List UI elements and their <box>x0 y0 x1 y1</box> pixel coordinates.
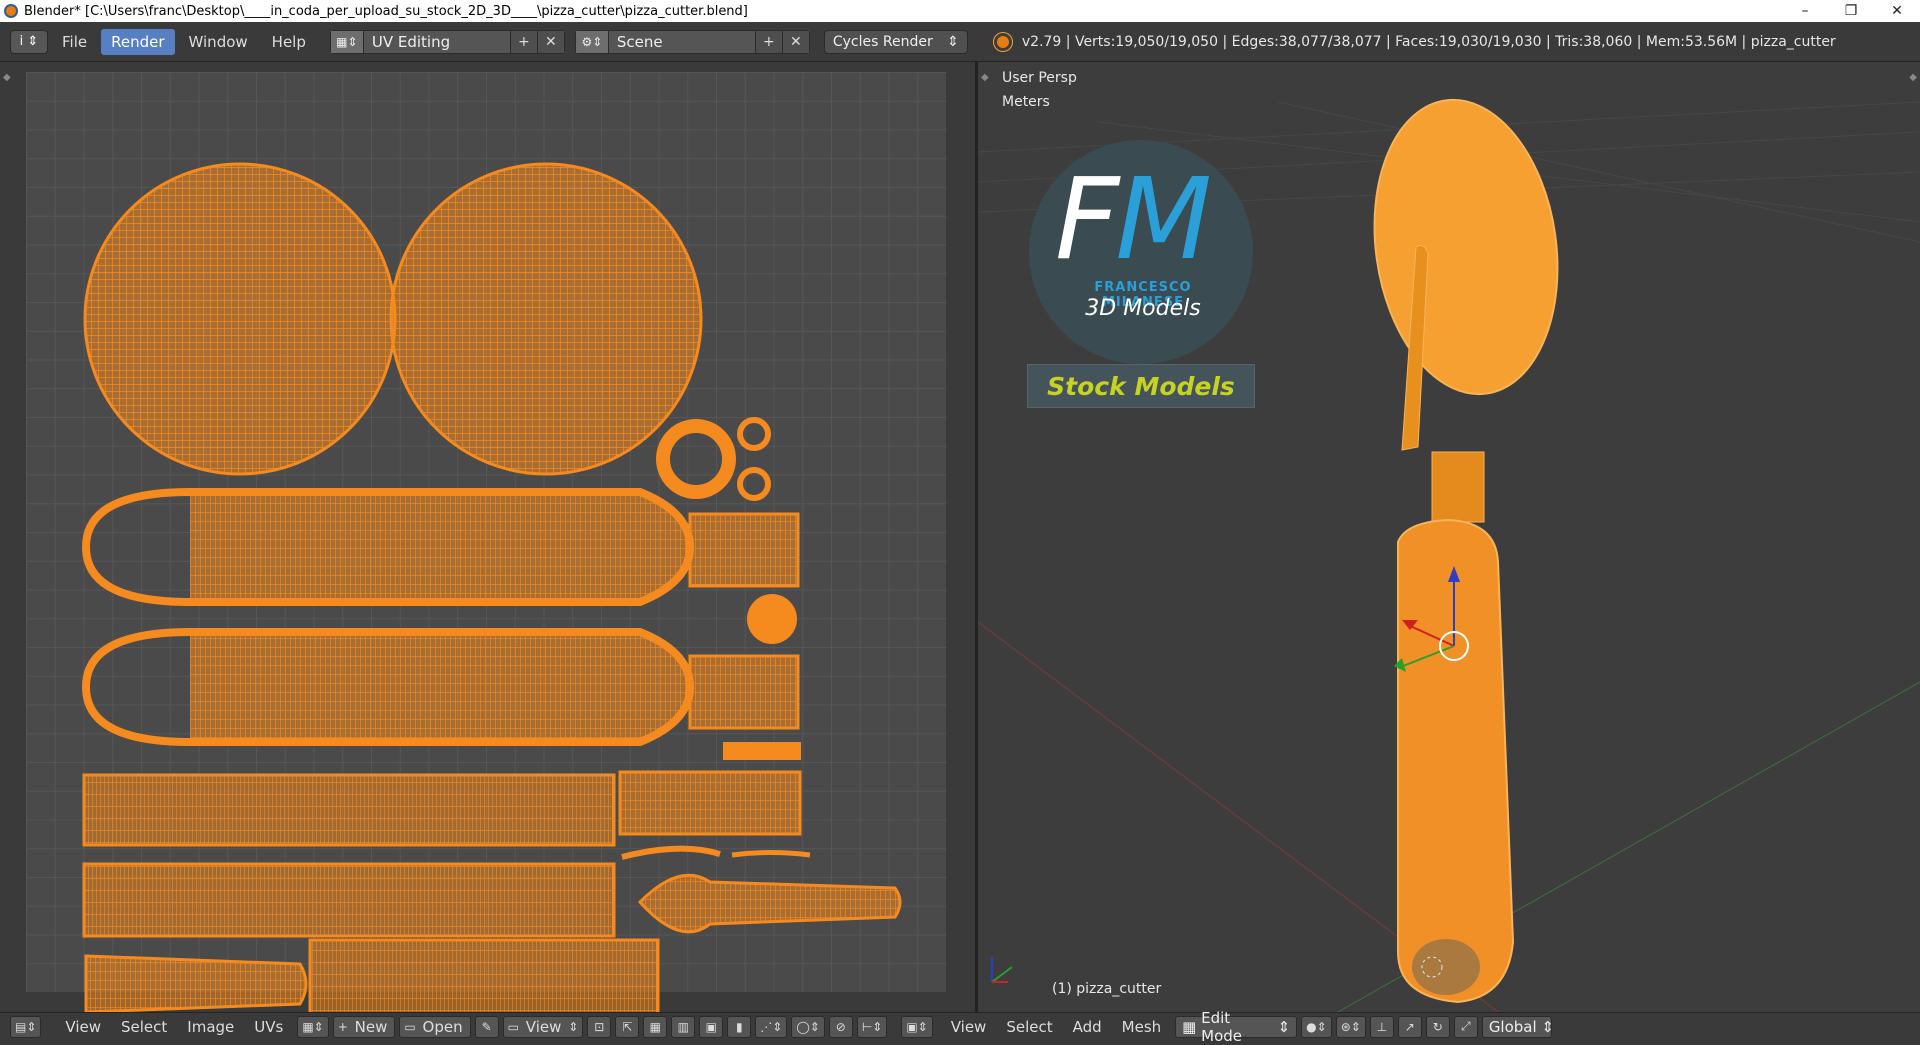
uv-island-ring-large <box>656 419 736 499</box>
view-menu-add[interactable]: Add <box>1063 1018 1112 1036</box>
restore-button[interactable]: ❐ <box>1828 0 1874 22</box>
sync-select-icon[interactable]: ⇱ <box>615 1015 640 1038</box>
minimize-button[interactable]: – <box>1782 0 1828 22</box>
close-button[interactable]: ✕ <box>1874 0 1920 22</box>
uv-island-strip-1 <box>82 773 616 847</box>
screen-layout-selector[interactable]: ▦⇕ UV Editing + ✕ <box>329 29 565 54</box>
menu-render[interactable]: Render <box>101 28 175 55</box>
uv-menu-image[interactable]: Image <box>177 1018 244 1036</box>
window-controls: – ❐ ✕ <box>1782 0 1920 22</box>
layout-icon: ▦⇕ <box>330 30 364 53</box>
scene-icon: ⚙⇕ <box>575 30 609 53</box>
add-scene-icon[interactable]: + <box>754 30 782 53</box>
menu-window[interactable]: Window <box>179 29 258 55</box>
uv-island-ring-small-2 <box>737 467 771 501</box>
snap-element-icon[interactable]: ⊢⇕ <box>856 1015 888 1038</box>
window-title: Blender* [C:\Users\franc\Desktop\____in_… <box>24 3 748 19</box>
interaction-mode-dropdown[interactable]: ▦ Edit Mode ⇕ <box>1175 1009 1298 1045</box>
proportional-edit-icon[interactable]: ◯⇕ <box>791 1015 825 1038</box>
uv-menu-view[interactable]: View <box>55 1018 111 1036</box>
watermark-badge: Stock Models <box>1027 364 1255 408</box>
uv-island-collar-1 <box>688 512 800 588</box>
uv-island-collar-2 <box>688 654 800 730</box>
uv-editor-type-button[interactable]: ▤⇕ <box>10 1015 42 1038</box>
scale-manipulator-icon[interactable]: ⤢ <box>1453 1015 1478 1038</box>
uv-island-tapered-base <box>84 954 308 1012</box>
editor-type-info-button[interactable]: i ⇕ <box>10 29 48 54</box>
pivot-icon[interactable]: ⊡ <box>587 1015 612 1038</box>
translate-manipulator-icon[interactable]: ↗ <box>1397 1015 1422 1038</box>
info-header: i ⇕ File Render Window Help ▦⇕ UV Editin… <box>0 22 1920 62</box>
rotate-manipulator-icon[interactable]: ↻ <box>1425 1015 1450 1038</box>
uv-island-ring-small-1 <box>737 417 771 451</box>
cutter-handle <box>1397 518 1515 1004</box>
edit-mode-icon: ▦ <box>1182 1017 1197 1036</box>
viewport-editor-type-button[interactable]: ▣⇕ <box>901 1015 933 1038</box>
watermark-letter-f: F <box>1055 155 1119 285</box>
screen-layout-field[interactable]: UV Editing <box>363 30 510 53</box>
new-image-button[interactable]: + New <box>332 1015 396 1038</box>
render-engine-label: Cycles Render <box>832 33 933 50</box>
active-object-label: (1) pizza_cutter <box>1052 981 1162 997</box>
open-image-button[interactable]: ▭ Open <box>399 1015 471 1038</box>
uv-island-arc-2 <box>731 850 811 858</box>
scene-statistics: v2.79 | Verts:19,050/19,050 | Edges:38,0… <box>1021 33 1836 50</box>
uv-island-strip-1b <box>618 770 802 836</box>
folder-icon: ▭ <box>404 1019 416 1034</box>
view-menu-view[interactable]: View <box>941 1018 997 1036</box>
uv-island-strip-3 <box>308 938 660 1012</box>
view-mode-icon: ▭ <box>507 1019 519 1034</box>
view-menu-mesh[interactable]: Mesh <box>1112 1018 1172 1036</box>
units-label: Meters <box>1002 94 1050 110</box>
pin-icon[interactable]: ✎ <box>474 1015 499 1038</box>
sticky-mode-icon[interactable]: ⋰⇕ <box>755 1015 788 1038</box>
info-icon: i <box>19 34 24 49</box>
transform-orientation-dropdown[interactable]: Global ⇕ <box>1481 1015 1554 1038</box>
uv-layout <box>81 162 902 1012</box>
uv-island-disc-right <box>389 162 703 476</box>
uv-island-tapered-blade <box>637 873 902 934</box>
uv-island-bar <box>723 742 801 760</box>
pivot-point-icon[interactable]: ⊛⇕ <box>1335 1015 1366 1038</box>
image-browse-button[interactable]: ▦⇕ <box>297 1015 329 1038</box>
scene-selector[interactable]: ⚙⇕ Scene + ✕ <box>574 29 810 54</box>
remove-scene-icon[interactable]: ✕ <box>781 30 809 53</box>
plus-icon: + <box>337 1019 348 1034</box>
select-mode-vertex-icon[interactable]: ▦ <box>643 1015 668 1038</box>
snap-icon[interactable]: ⊘ <box>828 1015 853 1038</box>
blender-app-icon <box>4 4 18 18</box>
add-screen-icon[interactable]: + <box>509 30 537 53</box>
uv-island-arc-1 <box>621 845 721 860</box>
uv-island-disc-left <box>83 162 397 476</box>
uv-image-editor[interactable]: ◆ <box>0 62 975 1012</box>
remove-screen-icon[interactable]: ✕ <box>536 30 564 53</box>
view-name-label: User Persp <box>1002 70 1077 86</box>
uv-menu-uvs[interactable]: UVs <box>244 1018 293 1036</box>
uv-view-mode-dropdown[interactable]: ▭ View ⇕ <box>502 1015 584 1038</box>
select-mode-island-icon[interactable]: ▮ <box>727 1015 752 1038</box>
select-mode-edge-icon[interactable]: ▥ <box>671 1015 696 1038</box>
blender-logo-icon <box>993 32 1012 51</box>
select-mode-face-icon[interactable]: ▣ <box>699 1015 724 1038</box>
menu-help[interactable]: Help <box>262 29 316 55</box>
uv-menu-select[interactable]: Select <box>111 1018 177 1036</box>
manipulator-toggle-icon[interactable]: ⊥ <box>1369 1015 1394 1038</box>
menu-file[interactable]: File <box>52 29 97 55</box>
scene-field[interactable]: Scene <box>608 30 755 53</box>
watermark-letter-m: M <box>1115 155 1212 285</box>
cutter-collar <box>1431 451 1485 523</box>
window-titlebar: Blender* [C:\Users\franc\Desktop\____in_… <box>0 0 1920 22</box>
view-menu-select[interactable]: Select <box>996 1018 1062 1036</box>
dropdown-arrows-icon: ⇕ <box>947 33 959 50</box>
uv-island-dot <box>747 594 797 644</box>
watermark-tagline: 3D Models <box>1085 296 1201 321</box>
watermark-logo: FM <box>1055 160 1212 280</box>
cutter-wheel <box>1373 98 1559 396</box>
uv-island-strip-2 <box>82 862 616 938</box>
render-engine-dropdown[interactable]: Cycles Render ⇕ <box>823 29 968 54</box>
footer-bar: ▤⇕ View Select Image UVs ▦⇕ + New ▭ Open… <box>0 1009 1920 1045</box>
viewport-shading-icon[interactable]: ●⇕ <box>1301 1015 1332 1038</box>
